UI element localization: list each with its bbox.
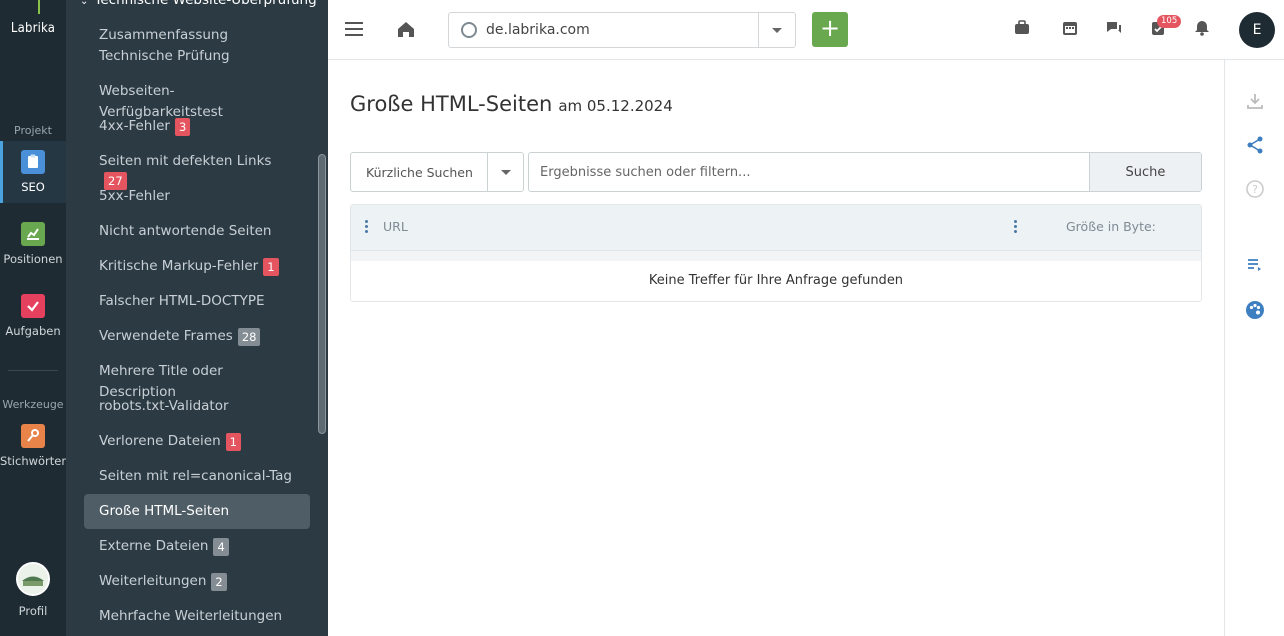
search-button[interactable]: Suche: [1089, 153, 1201, 191]
menu-item-large-html[interactable]: Große HTML-Seiten: [84, 494, 310, 529]
menu-item-5xx[interactable]: 5xx-Fehler: [84, 186, 310, 207]
menu-item-frames[interactable]: Verwendete Frames 28: [84, 326, 310, 347]
count-badge: 1: [225, 432, 241, 451]
share-icon[interactable]: [1243, 135, 1267, 159]
menu-item-canonical[interactable]: Seiten mit rel=canonical-Tag: [84, 466, 310, 487]
app-rail: Labrika Projekt SEO Positionen Aufgaben …: [0, 0, 66, 636]
rail-item-label: SEO: [21, 180, 45, 194]
page-title: Große HTML-Seiten: [350, 92, 553, 116]
top-bar: de.labrika.com + 105 E: [328, 0, 1284, 60]
rail-divider: [8, 370, 58, 371]
results-table: URL Größe in Byte: Keine Treffer für Ihr…: [350, 204, 1202, 302]
download-icon[interactable]: [1243, 91, 1267, 115]
count-badge: 1: [263, 257, 279, 276]
report-date: am 05.12.2024: [558, 97, 673, 115]
rail-item-label: Positionen: [3, 252, 63, 266]
briefcase-icon[interactable]: [1010, 18, 1034, 42]
menu-item-4xx[interactable]: 4xx-Fehler 3: [84, 116, 310, 137]
rail-item-label: Stichwörter: [0, 454, 67, 468]
rail-item-seo[interactable]: SEO: [0, 141, 66, 203]
home-icon[interactable]: [394, 18, 418, 42]
filter-group: Suche: [528, 152, 1202, 192]
caret-down-icon: [772, 27, 782, 33]
menu-item-robots[interactable]: robots.txt-Validator: [84, 396, 310, 417]
tasks-count-badge: 105: [1157, 15, 1182, 28]
help-icon[interactable]: ?: [1243, 179, 1267, 203]
list-settings-icon[interactable]: [1243, 255, 1267, 279]
key-icon: [21, 424, 45, 448]
page-heading: Große HTML-Seiten am 05.12.2024: [350, 92, 673, 116]
chart-icon: [21, 222, 45, 246]
rail-section-project: Projekt: [14, 124, 52, 137]
column-url[interactable]: URL: [383, 219, 408, 234]
column-size[interactable]: Größe in Byte:: [1066, 219, 1156, 234]
menu-item-multiple-redirects[interactable]: Mehrfache Weiterleitungen: [84, 606, 310, 627]
user-avatar[interactable]: E: [1239, 12, 1275, 48]
rail-section-tools: Werkzeuge: [2, 398, 64, 411]
recent-searches-label: Kürzliche Suchen: [366, 164, 473, 180]
chevron-down-icon: ⌄: [80, 0, 89, 7]
menu-item-lost-files[interactable]: Verlorene Dateien 1: [84, 431, 310, 452]
table-header: URL Größe in Byte:: [351, 205, 1201, 251]
calendar-icon[interactable]: [1058, 18, 1082, 42]
rail-item-keywords[interactable]: Stichwörter: [0, 415, 66, 477]
domain-selector[interactable]: de.labrika.com: [448, 12, 796, 48]
menu-group-title[interactable]: ⌄ Technische Website-Überprüfung: [80, 0, 317, 8]
search-input[interactable]: [529, 153, 1089, 191]
caret-down-icon: [500, 169, 511, 175]
menu-item-summary[interactable]: Zusammenfassung Technische Prüfung: [84, 25, 310, 67]
rail-item-profile[interactable]: Profil: [0, 562, 66, 622]
domain-value: de.labrika.com: [486, 22, 590, 38]
empty-state-message: Keine Treffer für Ihre Anfrage gefunden: [648, 273, 904, 288]
search-bar: Kürzliche Suchen Suche: [350, 152, 1202, 192]
menu-item-redirects[interactable]: Weiterleitungen 2: [84, 571, 310, 592]
column-menu-icon[interactable]: [364, 220, 368, 234]
menu-item-not-responding[interactable]: Nicht antwortende Seiten: [84, 221, 310, 242]
clipboard-icon: [21, 150, 45, 174]
menu-item-markup-errors[interactable]: Kritische Markup-Fehler 1: [84, 256, 310, 277]
count-badge: 2: [211, 572, 227, 591]
bell-icon[interactable]: [1190, 18, 1214, 42]
rail-item-label: Profil: [18, 604, 48, 618]
domain-dropdown-button[interactable]: [758, 13, 795, 47]
rail-item-positions[interactable]: Positionen: [0, 213, 66, 275]
column-menu-icon[interactable]: [1013, 220, 1017, 234]
menu-item-broken-links[interactable]: Seiten mit defekten Links 27: [84, 151, 310, 190]
add-button[interactable]: +: [812, 12, 848, 47]
rail-item-label: Aufgaben: [5, 324, 61, 338]
hamburger-menu-icon[interactable]: [342, 18, 366, 42]
logo-accent: [38, 0, 40, 14]
recent-searches-select[interactable]: Kürzliche Suchen: [350, 152, 524, 192]
menu-item-external-files[interactable]: Externe Dateien 4: [84, 536, 310, 557]
globe-icon: [461, 22, 477, 38]
check-icon: [21, 294, 45, 318]
svg-text:?: ?: [1252, 183, 1258, 196]
palette-icon[interactable]: [1243, 299, 1267, 323]
recent-searches-dropdown[interactable]: [487, 153, 523, 191]
section-menu: ⌄ Technische Website-Überprüfung Zusammen…: [66, 0, 328, 636]
profile-avatar: [16, 562, 50, 596]
table-filter-row: [351, 251, 1201, 261]
count-badge: 4: [213, 537, 229, 556]
count-badge: 28: [237, 327, 261, 346]
rail-item-tasks[interactable]: Aufgaben: [0, 285, 66, 347]
menu-item-doctype[interactable]: Falscher HTML-DOCTYPE: [84, 291, 310, 312]
app-logo[interactable]: Labrika: [0, 21, 66, 36]
right-action-strip: ?: [1224, 60, 1284, 636]
count-badge: 3: [174, 117, 191, 136]
chat-icon[interactable]: [1102, 18, 1126, 42]
menu-scrollbar[interactable]: [318, 154, 326, 434]
